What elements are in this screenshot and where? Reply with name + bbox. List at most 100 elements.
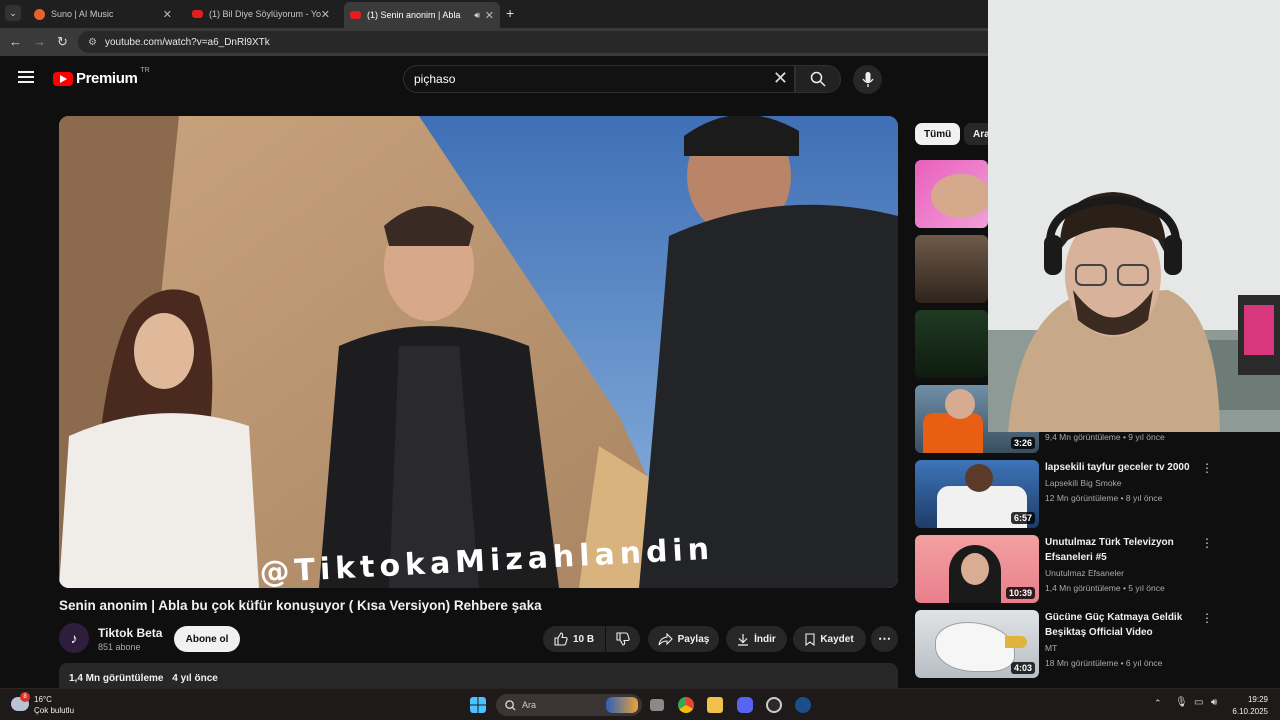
clock-date[interactable]: 6.10.2025 [1230, 707, 1268, 716]
clock-time[interactable]: 19:29 [1244, 695, 1268, 704]
discord-icon[interactable] [737, 697, 753, 713]
tab-suno[interactable]: Suno | AI Music ✕ [28, 3, 178, 25]
tab-label: (1) Senin anonim | Abla bu [367, 10, 461, 20]
url-text: youtube.com/watch?v=a6_DnRl9XTk [104, 36, 270, 48]
suno-icon [34, 8, 45, 20]
thumbs-down-icon [616, 632, 630, 646]
new-tab-button[interactable]: + [506, 5, 514, 21]
save-label: Kaydet [820, 633, 854, 645]
youtube-premium-logo[interactable]: Premium TR [53, 67, 150, 87]
youtube-icon [192, 10, 203, 18]
country-code: TR [140, 67, 150, 74]
recommended-channel[interactable]: MT [1045, 643, 1057, 653]
recommended-channel[interactable]: Unutulmaz Efsaneler [1045, 568, 1124, 578]
reload-icon[interactable]: ↻ [57, 34, 68, 50]
video-title: Senin anonim | Abla bu çok küfür konuşuy… [59, 598, 542, 613]
recommended-meta: 9,4 Mn görüntüleme • 9 yıl önce [1045, 432, 1165, 442]
recommended-meta: 1,4 Mn görüntüleme • 5 yıl önce [1045, 583, 1165, 593]
channel-avatar[interactable]: ♪ [59, 623, 89, 653]
thumbnail-face [961, 553, 989, 585]
steam-icon[interactable] [795, 697, 811, 713]
video-player[interactable]: @TiktokaMizahlandin [59, 116, 898, 588]
recommended-title[interactable]: lapsekili tayfur geceler tv 2000 [1045, 460, 1195, 475]
clear-search-icon[interactable]: ✕ [773, 68, 788, 89]
windows-start-icon[interactable] [470, 697, 486, 713]
more-vertical-icon[interactable]: ⋮ [1201, 461, 1213, 475]
webcam-overlay [988, 0, 1280, 432]
recommended-thumbnail[interactable] [915, 310, 988, 378]
tiktok-icon: ♪ [70, 630, 78, 646]
url-input[interactable]: ⚙︎ youtube.com/watch?v=a6_DnRl9XTk [78, 31, 988, 53]
chrome-icon[interactable] [678, 697, 694, 713]
download-icon [738, 633, 749, 646]
video-frame: @TiktokaMizahlandin [59, 116, 898, 588]
recommended-thumbnail[interactable] [915, 235, 988, 303]
task-view-icon[interactable] [650, 699, 664, 711]
browser-tab-strip: ⌄ Suno | AI Music ✕ (1) Bil Diye Söylüyo… [0, 0, 988, 28]
recommended-title[interactable]: Gücüne Güç Katmaya Geldik Beşiktaş Offic… [1045, 610, 1195, 640]
recommended-thumbnail[interactable] [915, 160, 988, 228]
taskbar-search[interactable]: Ara [496, 694, 642, 716]
close-icon[interactable]: ✕ [485, 9, 494, 22]
thumbnail-face [965, 464, 993, 492]
thumbnail-face [931, 174, 988, 218]
microphone-icon[interactable]: 🎙︎ [1175, 697, 1188, 708]
forward-icon[interactable]: → [33, 34, 46, 49]
download-button[interactable]: İndir [726, 626, 787, 652]
share-label: Paylaş [677, 633, 710, 645]
search-input[interactable]: piçhaso ✕ [403, 65, 795, 93]
recommended-meta: 18 Mn görüntüleme • 6 yıl önce [1045, 658, 1163, 668]
filter-chip-all[interactable]: Tümü [915, 123, 961, 145]
logo-text: Premium [76, 70, 138, 87]
search-value: piçhaso [414, 72, 456, 86]
save-button[interactable]: Kaydet [793, 626, 866, 652]
more-vertical-icon[interactable]: ⋮ [1201, 536, 1213, 550]
close-icon[interactable]: ✕ [163, 8, 172, 21]
recommended-title[interactable]: Unutulmaz Türk Televizyon Efsaneleri #5 [1045, 535, 1195, 565]
search-highlight-icon [606, 697, 638, 713]
menu-icon[interactable] [18, 71, 34, 83]
file-explorer-icon[interactable] [707, 697, 723, 713]
subscriber-count: 851 abone [98, 642, 141, 652]
filter-chip-second[interactable]: Ara [964, 123, 988, 145]
dislike-button[interactable] [606, 626, 640, 652]
back-icon[interactable]: ← [9, 34, 22, 49]
webcam-feed [988, 0, 1280, 432]
microphone-icon [861, 71, 874, 87]
share-button[interactable]: Paylaş [648, 626, 719, 652]
bookmark-icon [805, 632, 815, 646]
tab-bil-diye[interactable]: (1) Bil Diye Söylüyorum - YouTu ✕ [186, 3, 336, 25]
app-icon[interactable] [766, 697, 782, 713]
voice-search-button[interactable] [853, 65, 882, 94]
youtube-icon [350, 11, 361, 19]
tab-senin-anonim[interactable]: (1) Senin anonim | Abla bu 🔊︎ ✕ [344, 2, 500, 28]
chevron-up-icon[interactable]: ⌃ [1154, 698, 1162, 709]
recommended-thumbnail[interactable]: 6:57 [915, 460, 1039, 528]
youtube-icon [53, 71, 73, 86]
download-label: İndir [754, 633, 776, 645]
recommended-meta: 12 Mn görüntüleme • 8 yıl önce [1045, 493, 1163, 503]
close-icon[interactable]: ✕ [321, 8, 330, 21]
recommended-thumbnail[interactable]: 10:39 [915, 535, 1039, 603]
recommended-thumbnail[interactable]: 4:03 [915, 610, 1039, 678]
subscribe-button[interactable]: Abone ol [174, 626, 240, 652]
recommended-channel[interactable]: Lapsekili Big Smoke [1045, 478, 1122, 488]
share-icon [658, 632, 673, 645]
network-icon[interactable]: ▭ [1194, 697, 1203, 708]
search-button[interactable] [795, 65, 841, 93]
tab-search-button[interactable]: ⌄ [5, 5, 21, 21]
volume-icon[interactable]: 🔊︎ [1211, 697, 1217, 708]
site-info-icon[interactable]: ⚙︎ [88, 37, 97, 48]
duration-badge: 6:57 [1010, 512, 1035, 524]
duration-badge: 3:26 [1010, 437, 1035, 449]
weather-description[interactable]: Çok bulutlu [34, 706, 74, 715]
duration-badge: 10:39 [1005, 587, 1035, 599]
speaker-icon[interactable]: 🔊︎ [474, 10, 480, 21]
channel-name[interactable]: Tiktok Beta [98, 626, 162, 640]
more-vertical-icon[interactable]: ⋮ [1201, 611, 1213, 625]
weather-temperature[interactable]: 16°C [34, 695, 52, 704]
like-count: 10 B [572, 633, 595, 645]
like-button[interactable]: 10 B [543, 626, 605, 652]
more-actions-button[interactable]: ⋯ [871, 626, 898, 652]
thumbnail-eagle [935, 622, 1015, 672]
